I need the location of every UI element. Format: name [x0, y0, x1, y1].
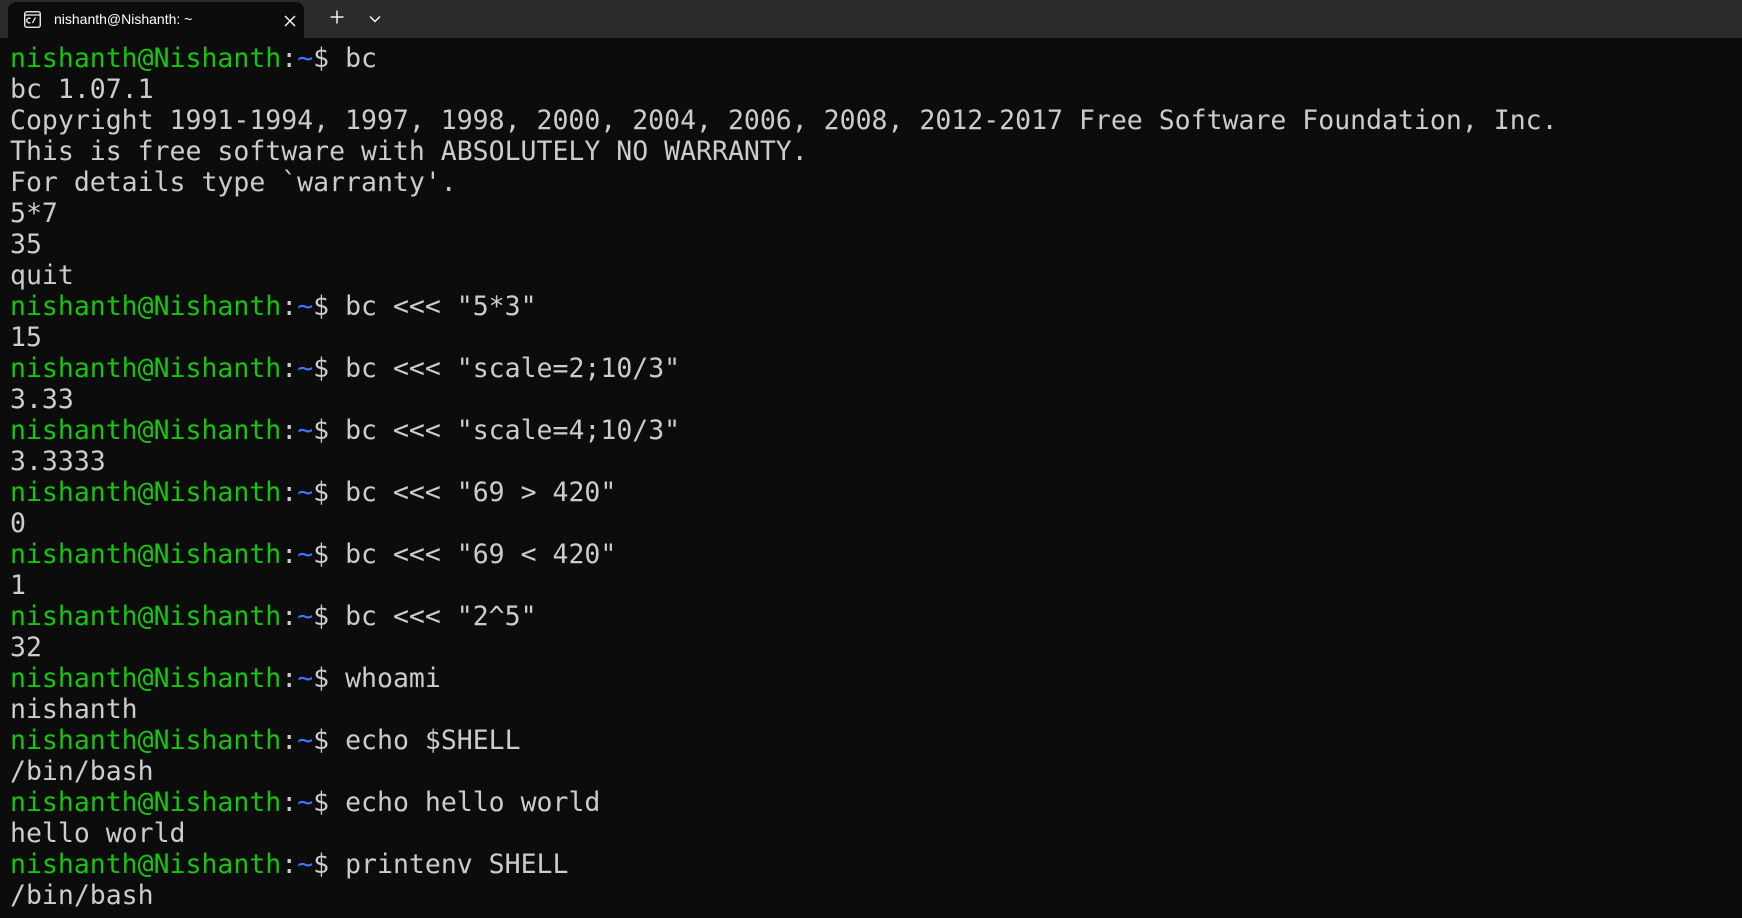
prompt-symbol: $: [313, 539, 346, 570]
prompt-user-host: nishanth@Nishanth: [10, 787, 282, 818]
prompt-path: ~: [297, 353, 314, 384]
prompt-colon: :: [281, 43, 298, 74]
prompt-symbol: $: [313, 787, 346, 818]
command-text: bc <<< "scale=4;10/3": [345, 415, 681, 446]
terminal-lines: nishanth@Nishanth:~$ bc bc 1.07.1 Copyrigh…: [10, 43, 1558, 911]
prompt-line: nishanth@Nishanth:~$ bc <<< "69 < 420": [10, 539, 1558, 570]
output-line: quit: [10, 260, 74, 291]
output-line: bc 1.07.1: [10, 74, 154, 105]
chevron-down-icon: [369, 10, 381, 28]
prompt-user-host: nishanth@Nishanth: [10, 291, 282, 322]
command-text: whoami: [345, 663, 441, 694]
prompt-path: ~: [297, 291, 314, 322]
prompt-user-host: nishanth@Nishanth: [10, 477, 282, 508]
command-text: echo hello world: [345, 787, 601, 818]
prompt-line: nishanth@Nishanth:~$ bc: [10, 43, 1558, 74]
prompt-line: nishanth@Nishanth:~$ bc <<< "scale=4;10/…: [10, 415, 1558, 446]
output-line: 3.3333: [10, 446, 106, 477]
command-text: bc <<< "5*3": [345, 291, 537, 322]
tab-dropdown-button[interactable]: [362, 7, 388, 31]
prompt-line: nishanth@Nishanth:~$ echo hello world: [10, 787, 1558, 818]
output-line: /bin/bash: [10, 756, 154, 787]
prompt-user-host: nishanth@Nishanth: [10, 415, 282, 446]
prompt-user-host: nishanth@Nishanth: [10, 601, 282, 632]
prompt-colon: :: [281, 291, 298, 322]
prompt-colon: :: [281, 539, 298, 570]
prompt-path: ~: [297, 539, 314, 570]
output-line: nishanth: [10, 694, 138, 725]
output-line: /bin/bash: [10, 880, 154, 911]
prompt-colon: :: [281, 353, 298, 384]
prompt-user-host: nishanth@Nishanth: [10, 353, 282, 384]
output-line: 3.33: [10, 384, 74, 415]
prompt-symbol: $: [313, 415, 346, 446]
prompt-line: nishanth@Nishanth:~$ whoami: [10, 663, 1558, 694]
prompt-line: nishanth@Nishanth:~$ bc <<< "69 > 420": [10, 477, 1558, 508]
prompt-path: ~: [297, 725, 314, 756]
prompt-symbol: $: [313, 291, 346, 322]
command-text: printenv SHELL: [345, 849, 569, 880]
new-tab-button[interactable]: [324, 7, 350, 31]
plus-icon: [330, 10, 344, 29]
prompt-symbol: $: [313, 601, 346, 632]
prompt-colon: :: [281, 663, 298, 694]
command-text: bc <<< "2^5": [345, 601, 537, 632]
output-line: 35: [10, 229, 42, 260]
prompt-user-host: nishanth@Nishanth: [10, 849, 282, 880]
close-icon[interactable]: [284, 14, 296, 27]
prompt-symbol: $: [313, 477, 346, 508]
prompt-path: ~: [297, 663, 314, 694]
prompt-user-host: nishanth@Nishanth: [10, 539, 282, 570]
tab-title: nishanth@Nishanth: ~: [54, 11, 193, 27]
output-line: For details type `warranty'.: [10, 167, 457, 198]
output-line: hello world: [10, 818, 186, 849]
prompt-path: ~: [297, 477, 314, 508]
prompt-symbol: $: [313, 353, 346, 384]
command-text: bc <<< "69 < 420": [345, 539, 617, 570]
prompt-path: ~: [297, 849, 314, 880]
prompt-symbol: $: [313, 725, 346, 756]
prompt-user-host: nishanth@Nishanth: [10, 663, 282, 694]
command-text: bc: [345, 43, 378, 74]
terminal-output[interactable]: nishanth@Nishanth:~$ bc bc 1.07.1 Copyrigh…: [0, 38, 1742, 918]
prompt-path: ~: [297, 43, 314, 74]
prompt-line: nishanth@Nishanth:~$ echo $SHELL: [10, 725, 1558, 756]
prompt-colon: :: [281, 477, 298, 508]
prompt-colon: :: [281, 601, 298, 632]
title-bar: nishanth@Nishanth: ~: [0, 0, 1742, 38]
prompt-colon: :: [281, 415, 298, 446]
prompt-symbol: $: [313, 663, 346, 694]
prompt-path: ~: [297, 787, 314, 818]
output-line: 32: [10, 632, 42, 663]
prompt-user-host: nishanth@Nishanth: [10, 43, 282, 74]
prompt-line: nishanth@Nishanth:~$ bc <<< "2^5": [10, 601, 1558, 632]
prompt-symbol: $: [313, 849, 346, 880]
prompt-path: ~: [297, 415, 314, 446]
terminal-icon: [24, 11, 41, 28]
prompt-symbol: $: [313, 43, 346, 74]
terminal-tab[interactable]: nishanth@Nishanth: ~: [8, 2, 304, 38]
prompt-colon: :: [281, 849, 298, 880]
prompt-line: nishanth@Nishanth:~$ bc <<< "scale=2;10/…: [10, 353, 1558, 384]
prompt-colon: :: [281, 725, 298, 756]
prompt-line: nishanth@Nishanth:~$ bc <<< "5*3": [10, 291, 1558, 322]
command-text: bc <<< "69 > 420": [345, 477, 617, 508]
prompt-user-host: nishanth@Nishanth: [10, 725, 282, 756]
command-text: bc <<< "scale=2;10/3": [345, 353, 681, 384]
prompt-colon: :: [281, 787, 298, 818]
output-line: 5*7: [10, 198, 58, 229]
output-line: Copyright 1991-1994, 1997, 1998, 2000, 2…: [10, 105, 1558, 136]
output-line: 15: [10, 322, 42, 353]
output-line: 1: [10, 570, 26, 601]
command-text: echo $SHELL: [345, 725, 521, 756]
output-line: This is free software with ABSOLUTELY NO…: [10, 136, 808, 167]
prompt-path: ~: [297, 601, 314, 632]
output-line: 0: [10, 508, 26, 539]
prompt-line: nishanth@Nishanth:~$ printenv SHELL: [10, 849, 1558, 880]
